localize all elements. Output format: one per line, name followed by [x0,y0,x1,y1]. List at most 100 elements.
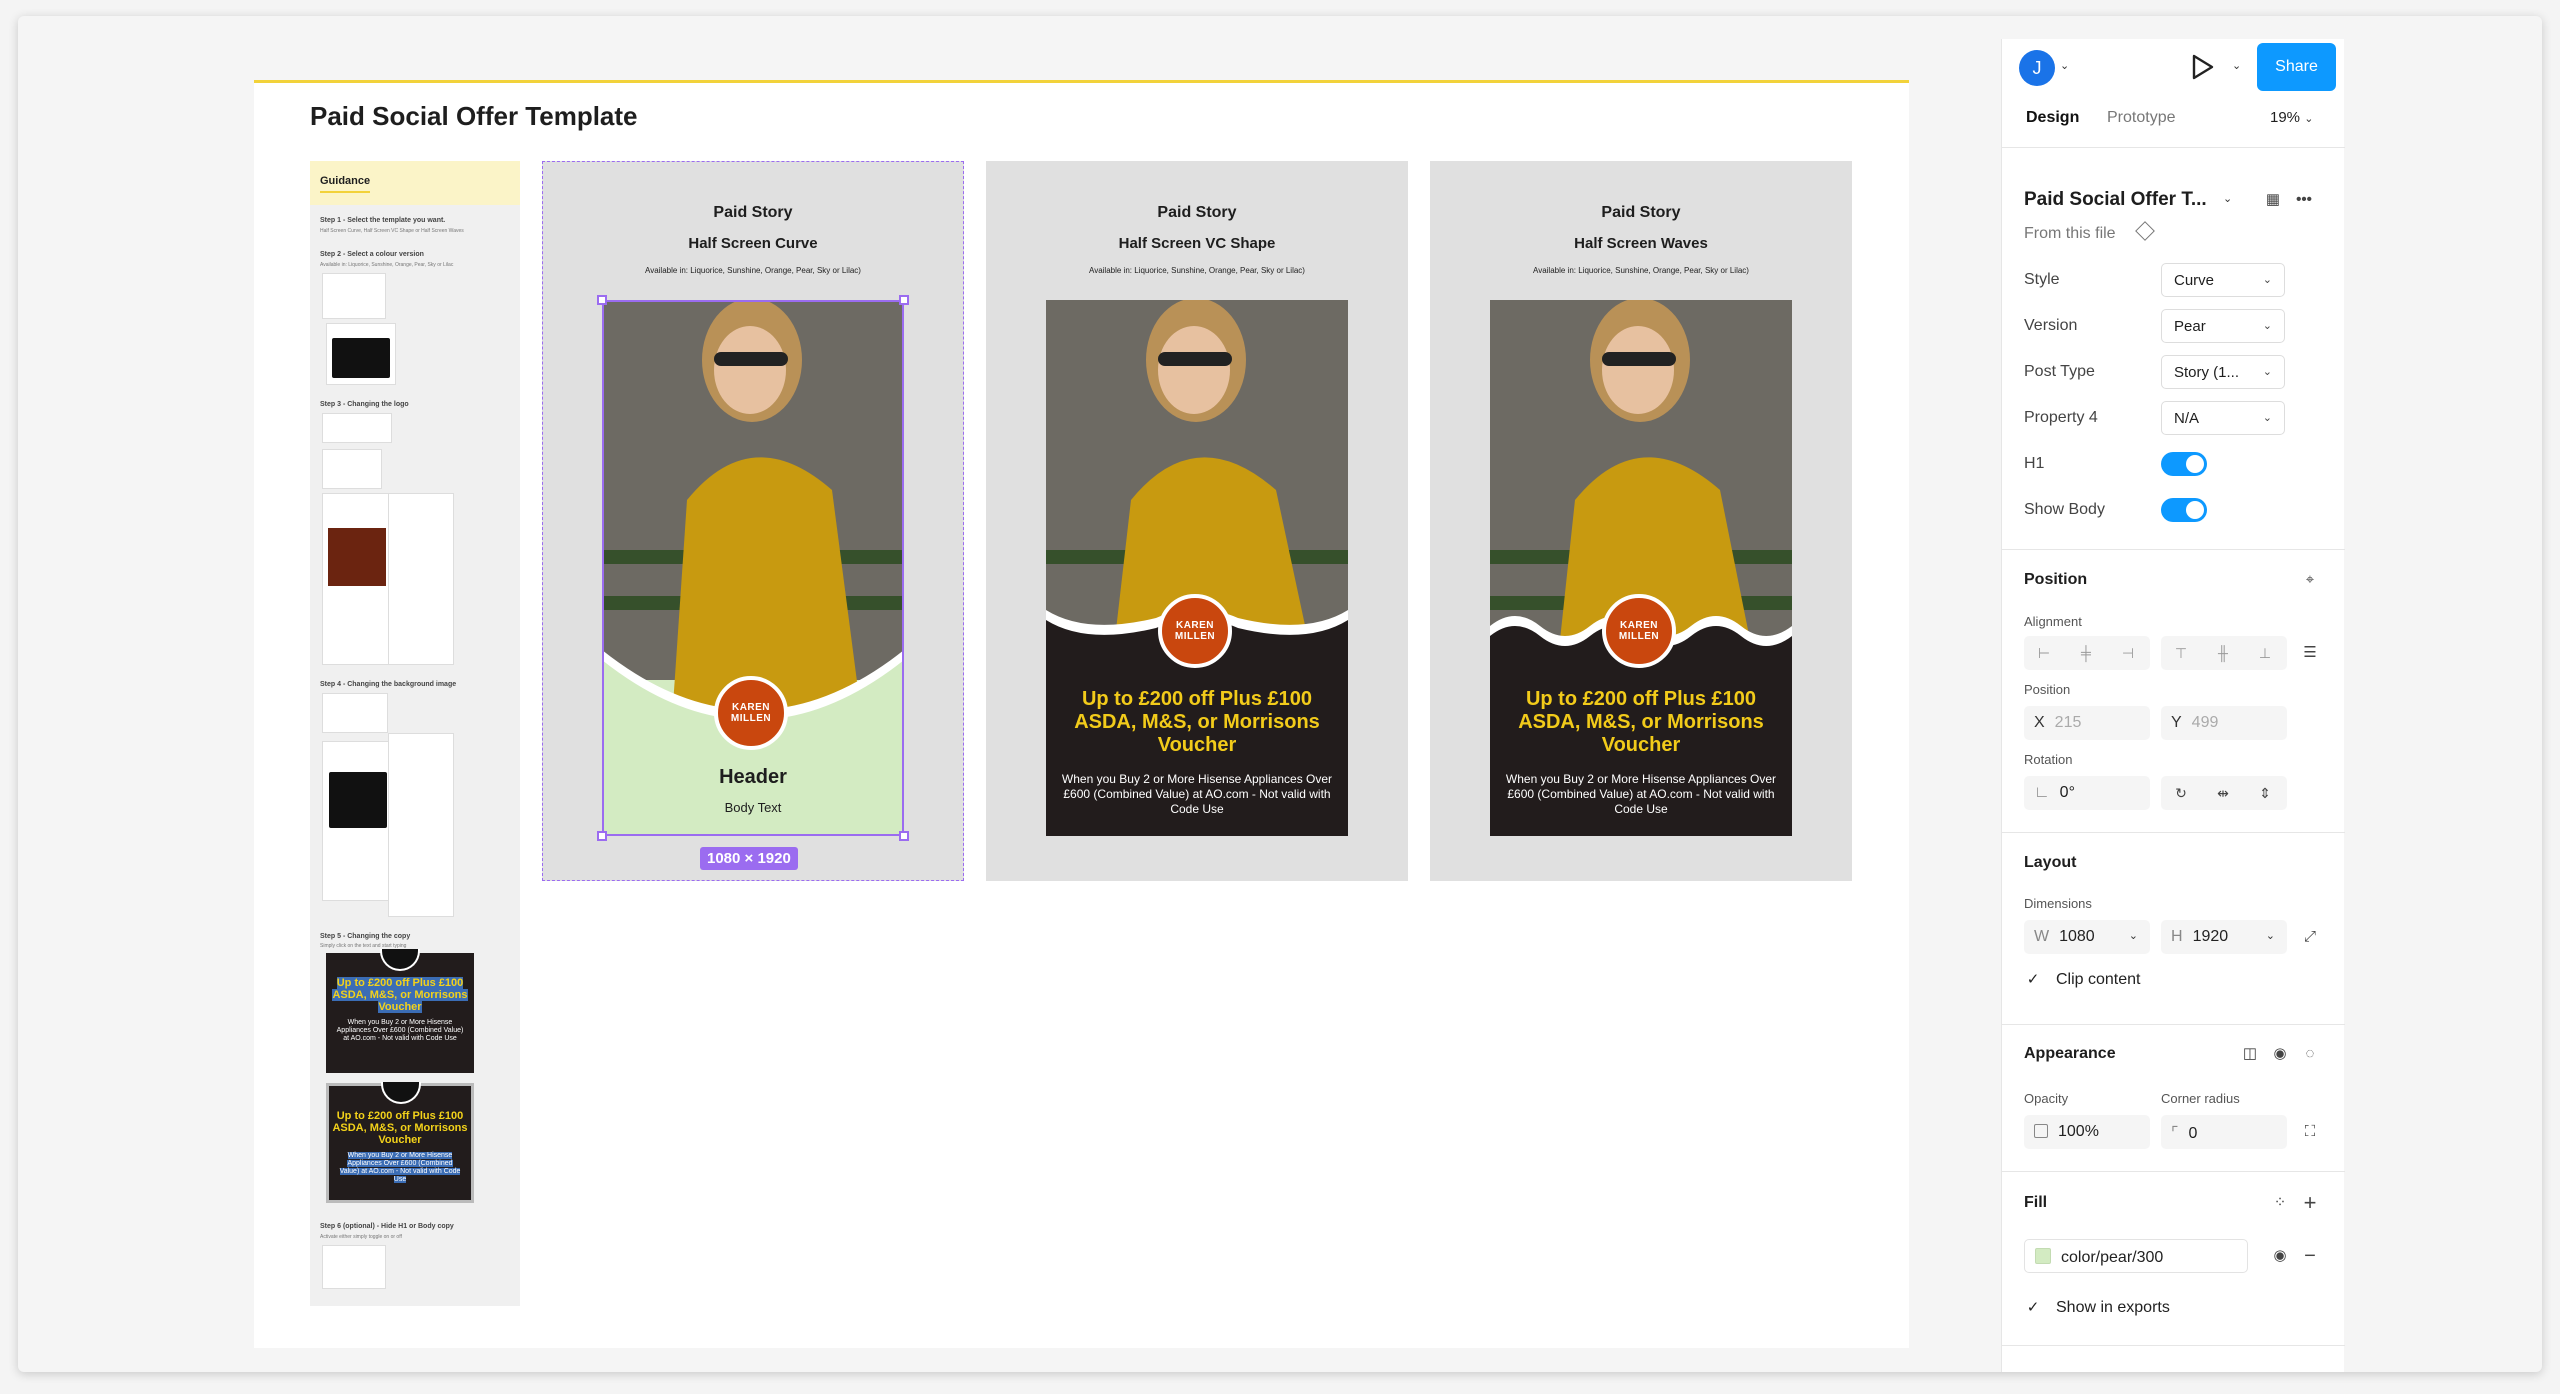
story-frame[interactable]: KAREN MILLEN Up to £200 off Plus £100 AS… [1490,300,1792,836]
alignment-label: Alignment [2024,614,2082,629]
blend-mode-icon[interactable]: ◌ [2298,1042,2322,1066]
corner-radius-field[interactable]: ⌜ 0 [2161,1115,2287,1149]
chevron-down-icon[interactable]: ⌄ [2232,59,2241,72]
resize-handle[interactable] [597,831,607,841]
resize-handle[interactable] [597,295,607,305]
fill-color-field[interactable]: color/pear/300 [2024,1239,2248,1273]
story-body[interactable]: Body Text [602,800,904,815]
guidance-screenshot [322,1245,386,1289]
remove-fill-icon[interactable]: − [2298,1244,2322,1268]
independent-corners-icon[interactable]: ⛶ [2298,1120,2322,1144]
guidance-copy-example: Up to £200 off Plus £100 ASDA, M&S, or M… [326,1082,474,1203]
artboard-subtitle: Half Screen Curve [688,235,818,252]
property-4-dropdown[interactable]: N/A ⌄ [2161,401,2285,435]
story-header[interactable]: Header [602,766,904,789]
y-position-field[interactable]: Y 499 [2161,706,2287,740]
x-position-field[interactable]: X 215 [2024,706,2150,740]
show-body-toggle[interactable] [2161,498,2207,522]
component-name[interactable]: Paid Social Offer T... [2024,189,2207,211]
height-value: 1920 [2192,928,2229,945]
eye-icon[interactable]: ◉ [2268,1244,2292,1268]
align-middle-v-icon[interactable]: ╫ [2213,643,2233,663]
guidance-step: Step 1 - Select the template you want. [320,217,446,224]
tab-design[interactable]: Design [2026,109,2079,127]
resize-handle[interactable] [899,295,909,305]
more-options-icon[interactable]: ••• [2292,188,2316,212]
prop-label-show-body: Show Body [2024,501,2105,518]
align-bottom-icon[interactable]: ⊥ [2255,643,2275,663]
add-fill-icon[interactable]: + [2298,1191,2322,1215]
artboard-half-screen-waves[interactable]: Paid Story Half Screen Waves Available i… [1430,161,1852,881]
component-source[interactable]: From this file [2024,225,2116,243]
rotate-icon[interactable]: ↻ [2171,783,2191,803]
component-grid-icon[interactable]: ▦ [2261,188,2285,212]
variable-mode-icon[interactable]: ◫ [2238,1042,2262,1066]
post-type-value: Story (1... [2174,364,2240,381]
h1-toggle[interactable] [2161,452,2207,476]
story-frame[interactable]: KAREN MILLEN Up to £200 off Plus £100 AS… [1046,300,1348,836]
flip-horizontal-icon[interactable]: ⇹ [2213,783,2233,803]
artboard-half-screen-vc-shape[interactable]: Paid Story Half Screen VC Shape Availabl… [986,161,1408,881]
version-dropdown[interactable]: Pear ⌄ [2161,309,2285,343]
prop-label-h1: H1 [2024,455,2045,472]
divider [2002,1024,2345,1025]
guidance-step: Step 3 - Changing the logo [320,401,409,408]
frame-title[interactable]: Paid Social Offer Template [310,101,638,132]
chevron-down-icon[interactable]: ⌄ [2223,192,2232,205]
share-button[interactable]: Share [2257,43,2336,91]
post-type-dropdown[interactable]: Story (1... ⌄ [2161,355,2285,389]
guidance-panel[interactable]: Guidance Step 1 - Select the template yo… [310,161,520,1306]
guidance-note: Available in: Liquorice, Sunshine, Orang… [320,262,454,268]
prop-label-post-type: Post Type [2024,363,2095,380]
align-left-icon[interactable]: ⊢ [2034,643,2054,663]
prop-label-version: Version [2024,317,2078,334]
x-prefix: X [2034,714,2045,731]
tab-prototype[interactable]: Prototype [2107,109,2175,127]
flip-vertical-icon[interactable]: ⇕ [2255,783,2275,803]
user-avatar[interactable]: J [2019,50,2055,86]
offer-body[interactable]: When you Buy 2 or More Hisense Appliance… [1500,772,1782,817]
divider [2002,1171,2345,1172]
resize-handle[interactable] [899,831,909,841]
opacity-value: 100% [2058,1123,2099,1140]
guidance-header: Guidance [310,161,520,205]
clip-content-checkbox[interactable]: ✓ [2024,971,2042,989]
align-right-icon[interactable]: ⊣ [2118,643,2138,663]
distribute-icon[interactable]: ☰ [2298,641,2322,665]
style-dropdown[interactable]: Curve ⌄ [2161,263,2285,297]
show-in-exports-label: Show in exports [2056,1299,2170,1316]
fill-section-title: Fill [2024,1194,2048,1211]
offer-headline[interactable]: Up to £200 off Plus £100 ASDA, M&S, or M… [1500,688,1782,757]
guidance-promo-body: When you Buy 2 or More Hisense Appliance… [336,1019,464,1042]
eye-icon[interactable]: ◉ [2268,1042,2292,1066]
dimension-badge: 1080 × 1920 [700,847,798,870]
resize-to-fit-icon[interactable]: ⤢ [2298,925,2322,949]
fill-swatch[interactable] [2035,1248,2051,1264]
play-icon[interactable] [2190,53,2216,86]
brand-logo: KAREN MILLEN [714,676,788,750]
width-field[interactable]: W 1080 ⌄ [2024,920,2150,954]
chevron-down-icon[interactable]: ⌄ [2060,59,2069,72]
story-frame[interactable]: KAREN MILLEN Header Body Text [602,300,904,836]
offer-body[interactable]: When you Buy 2 or More Hisense Appliance… [1056,772,1338,817]
offer-headline[interactable]: Up to £200 off Plus £100 ASDA, M&S, or M… [1056,688,1338,757]
zoom-dropdown[interactable]: 19% ⌄ [2270,109,2313,126]
artboard-subtitle: Half Screen Waves [1574,235,1708,252]
opacity-icon [2034,1124,2048,1138]
align-center-h-icon[interactable]: ╪ [2076,643,2096,663]
guidance-screenshot [388,733,454,917]
chevron-down-icon: ⌄ [2265,930,2275,942]
figma-window: Paid Social Offer Template Guidance Step… [18,16,2542,1372]
styles-grid-icon[interactable]: ⁘ [2268,1191,2292,1215]
rotation-field[interactable]: ∟ 0° [2024,776,2150,810]
artboard-half-screen-curve[interactable]: Paid Story Half Screen Curve Available i… [542,161,964,881]
opacity-field[interactable]: 100% [2024,1115,2150,1149]
align-top-icon[interactable]: ⊤ [2171,643,2191,663]
focus-icon[interactable]: ⌖ [2298,568,2322,592]
canvas-frame[interactable]: Paid Social Offer Template Guidance Step… [254,80,1909,1348]
guidance-promo-body: When you Buy 2 or More Hisense Appliance… [339,1152,461,1183]
corner-radius-label: Corner radius [2161,1091,2240,1106]
height-field[interactable]: H 1920 ⌄ [2161,920,2287,954]
show-in-exports-checkbox[interactable]: ✓ [2024,1299,2042,1317]
guidance-note: Half Screen Curve, Half Screen VC Shape … [320,228,464,234]
